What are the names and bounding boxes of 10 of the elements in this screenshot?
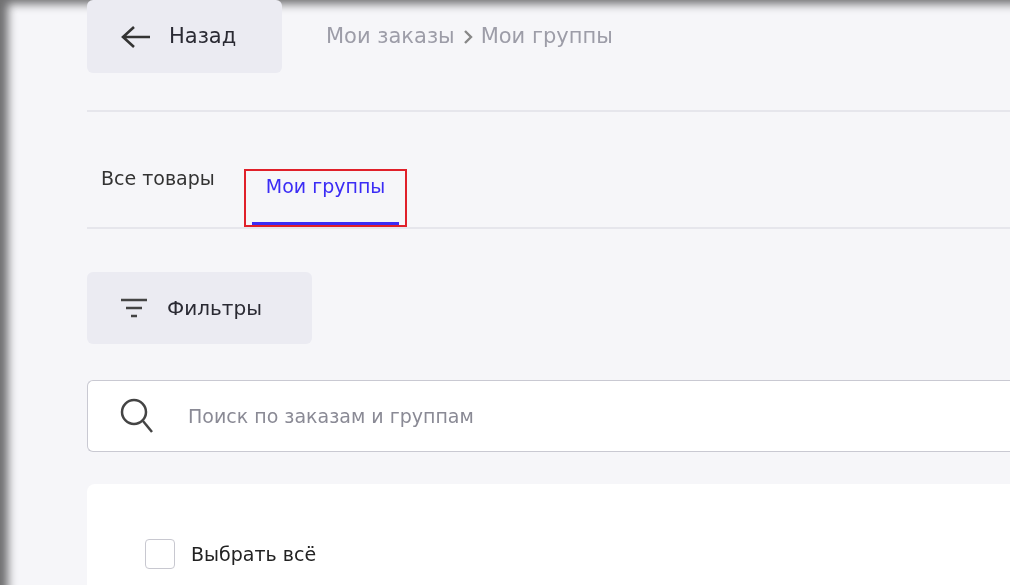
tab[interactable]: Мои группы [251, 171, 400, 225]
tab[interactable]: Все товары [87, 163, 229, 217]
filters-button[interactable]: Фильтры [87, 272, 312, 344]
checkbox-label: Выбрать всё [191, 541, 317, 567]
filter-icon [119, 298, 149, 318]
back-arrow-icon [121, 24, 151, 49]
search-field[interactable]: Поиск по заказам и группам [87, 380, 1010, 452]
checkbox[interactable] [145, 539, 175, 569]
back-button[interactable]: Назад [87, 0, 282, 73]
chevron-icon [462, 28, 473, 45]
